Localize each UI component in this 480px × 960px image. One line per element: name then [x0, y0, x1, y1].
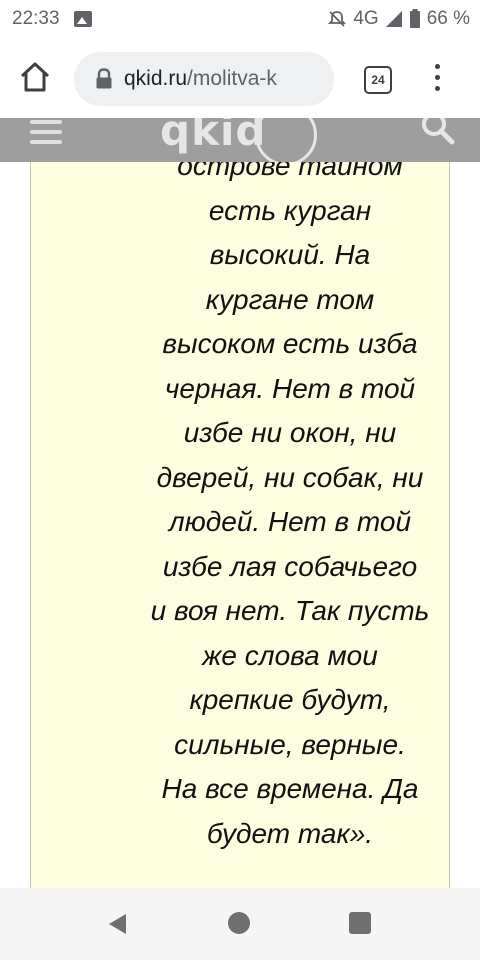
gallery-icon: [73, 11, 92, 27]
signal-icon: [385, 11, 402, 27]
text-line: людей. Нет в той: [168, 506, 412, 537]
text-line: черная. Нет в той: [164, 372, 416, 404]
logo-emblem-icon: [255, 118, 317, 162]
text-line: избе ни окон, ни: [183, 417, 397, 448]
text-line: же слова мои: [202, 639, 378, 671]
url-host: qkid.ru: [124, 67, 188, 90]
tabs-icon[interactable]: 24: [364, 66, 392, 94]
lock-icon: [96, 68, 112, 89]
tab-count: 24: [371, 73, 385, 87]
address-bar[interactable]: qkid.ru/molitva-k: [74, 52, 334, 106]
network-type: 4G: [353, 8, 379, 29]
home-circle-icon[interactable]: [228, 912, 250, 934]
status-time: 22:33: [12, 8, 60, 29]
site-logo[interactable]: qkid: [160, 118, 266, 155]
search-icon[interactable]: [420, 118, 456, 148]
status-left: 22:33: [12, 8, 92, 30]
text-line: На все времена. Да: [161, 773, 419, 804]
battery-icon: [409, 9, 420, 28]
url-path: /molitva-k: [187, 67, 277, 90]
status-bar: 22:33 4G 66 %: [0, 0, 480, 40]
text-line: есть курган: [208, 194, 372, 226]
text-line: крепкие будут,: [189, 684, 391, 715]
text-line: избе лая собачьего: [162, 550, 418, 582]
text-line: высоком есть изба: [162, 328, 418, 359]
site-header: qkid: [0, 118, 480, 162]
browser-toolbar: qkid.ru/molitva-k 24: [0, 40, 480, 118]
text-line: кургане том: [205, 283, 375, 315]
system-nav-bar: [0, 888, 480, 960]
text-line: сильные, верные.: [174, 728, 406, 760]
back-icon[interactable]: [106, 912, 130, 936]
hamburger-menu-icon[interactable]: [30, 120, 62, 150]
text-line: и воя нет. Так пусть: [150, 595, 430, 626]
more-vert-icon[interactable]: [428, 64, 446, 94]
text-line: дверей, ни собак, ни: [156, 461, 424, 493]
prayer-text: острове тайном есть курган высокий. На к…: [140, 144, 440, 856]
url-text: qkid.ru/molitva-k: [124, 67, 277, 91]
text-line: будет так».: [206, 817, 374, 849]
home-icon[interactable]: [18, 60, 52, 94]
recents-icon[interactable]: [349, 912, 371, 934]
battery-level: 66 %: [426, 8, 470, 29]
text-line: высокий. На: [209, 239, 371, 270]
mute-icon: [328, 11, 347, 27]
status-right: 4G 66 %: [327, 8, 470, 30]
